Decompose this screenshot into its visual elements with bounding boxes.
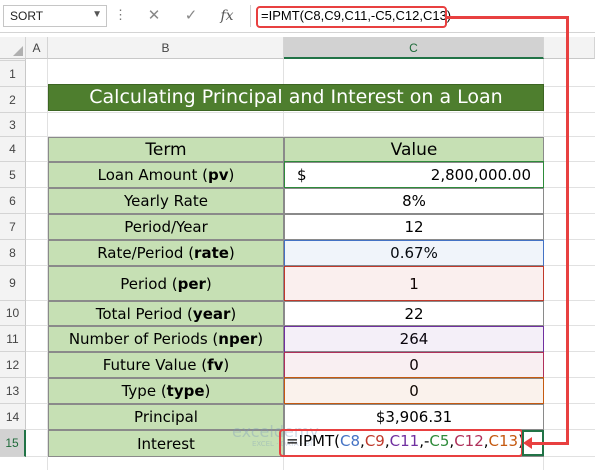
term-cell[interactable]: Type (type) (48, 378, 284, 404)
table-header-value[interactable]: Value (284, 137, 544, 162)
row-header-3[interactable]: 3 (0, 113, 26, 137)
term-cell[interactable]: Loan Amount (pv) (48, 162, 284, 188)
row-header-1[interactable]: 1 (0, 61, 26, 87)
ref-highlight-c11 (284, 326, 544, 353)
column-header-d[interactable] (544, 37, 595, 59)
ref-highlight-c8 (284, 240, 544, 267)
term-cell[interactable]: Number of Periods (nper) (48, 326, 284, 352)
table-header-term[interactable]: Term (48, 137, 284, 162)
column-header-b[interactable]: B (48, 37, 284, 59)
term-cell[interactable]: Yearly Rate (48, 188, 284, 214)
more-options-icon[interactable]: ⋮ (114, 8, 127, 22)
argument-name: nper (218, 330, 258, 348)
formula-highlight-box (256, 6, 447, 28)
insert-function-button[interactable]: fx (214, 5, 240, 27)
argument-name: per (177, 274, 206, 293)
select-all-triangle-icon (13, 46, 23, 56)
value-cell[interactable]: 8% (284, 188, 544, 214)
connector-line-bottom (530, 442, 569, 445)
name-box[interactable]: SORT ▼ (3, 5, 107, 27)
connector-line-vertical (566, 17, 569, 444)
name-box-value: SORT (10, 9, 44, 23)
check-icon: ✓ (184, 7, 198, 24)
argument-name: year (192, 304, 231, 323)
ref-highlight-c13 (284, 377, 544, 404)
row-header-4[interactable]: 4 (0, 137, 26, 162)
row-header-8[interactable]: 8 (0, 240, 26, 266)
column-header-a[interactable]: A (26, 37, 48, 59)
term-cell[interactable]: Period (per) (48, 266, 284, 301)
argument-name: type (166, 382, 205, 400)
row-header-11[interactable]: 11 (0, 326, 26, 352)
cancel-button[interactable]: ✕ (141, 5, 167, 27)
row-header-7[interactable]: 7 (0, 214, 26, 240)
column-header-c[interactable]: C (284, 37, 544, 59)
row-header-14[interactable]: 14 (0, 404, 26, 430)
sheet-title: Calculating Principal and Interest on a … (48, 84, 544, 111)
value-cell[interactable]: 12 (284, 214, 544, 240)
connector-line-top (447, 16, 569, 19)
row-header-15[interactable]: 15 (0, 430, 26, 457)
cell-formula-highlight-box (279, 429, 523, 457)
term-cell[interactable]: Future Value (fv) (48, 352, 284, 378)
chevron-down-icon[interactable]: ▼ (92, 9, 102, 20)
row-header-spacer (0, 59, 26, 61)
select-all-button[interactable] (0, 37, 26, 59)
enter-button[interactable]: ✓ (178, 5, 204, 27)
argument-name: pv (207, 166, 229, 184)
row-header-2[interactable]: 2 (0, 87, 26, 113)
row-header-10[interactable]: 10 (0, 301, 26, 326)
ref-highlight-c12 (284, 352, 544, 378)
row-header-12[interactable]: 12 (0, 352, 26, 378)
term-cell[interactable]: Period/Year (48, 214, 284, 240)
arrow-head-icon (523, 437, 532, 449)
close-icon: ✕ (147, 7, 161, 24)
argument-name: fv (207, 356, 224, 374)
gridline-row (26, 112, 595, 113)
ref-highlight-c9 (284, 266, 544, 301)
value-cell[interactable]: $3,906.31 (284, 404, 544, 430)
ref-highlight-c5 (284, 161, 544, 188)
row-header-5[interactable]: 5 (0, 162, 26, 188)
argument-name: rate (194, 244, 229, 262)
term-cell[interactable]: Total Period (year) (48, 301, 284, 326)
fx-icon: fx (220, 8, 234, 24)
row-header-9[interactable]: 9 (0, 266, 26, 301)
term-cell[interactable]: Rate/Period (rate) (48, 240, 284, 266)
row-header-13[interactable]: 13 (0, 378, 26, 404)
row-header-6[interactable]: 6 (0, 188, 26, 214)
value-cell[interactable]: 22 (284, 301, 544, 326)
